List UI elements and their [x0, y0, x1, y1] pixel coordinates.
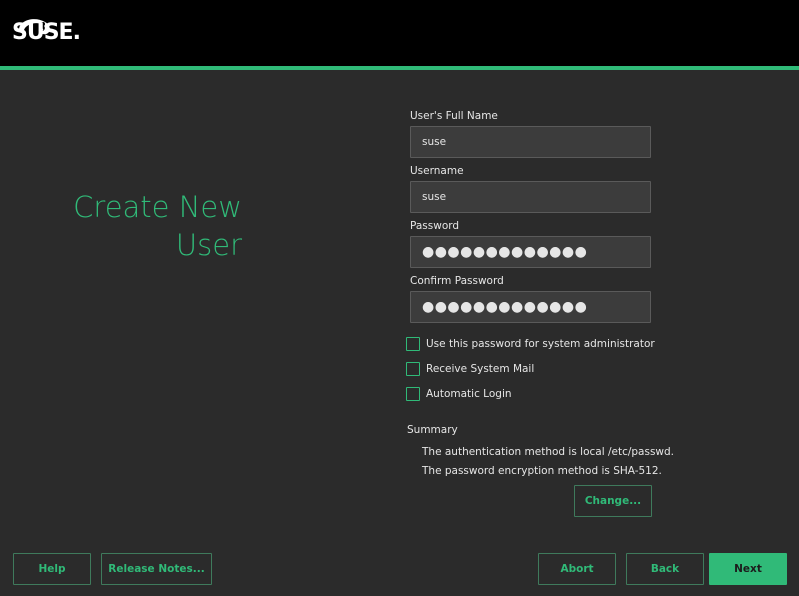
- header-accent-stripe: [0, 66, 799, 70]
- full-name-label: User's Full Name: [410, 110, 498, 122]
- header-bar: SUSE.: [0, 0, 799, 66]
- page-title: Create New User: [40, 188, 242, 264]
- confirm-password-input[interactable]: ●●●●●●●●●●●●●: [410, 291, 651, 323]
- change-button[interactable]: Change...: [574, 485, 652, 517]
- auto-login-checkbox[interactable]: [406, 387, 420, 401]
- summary-title: Summary: [407, 424, 458, 436]
- use-for-admin-label: Use this password for system administrat…: [426, 338, 655, 350]
- receive-mail-option[interactable]: Receive System Mail: [406, 361, 534, 377]
- auto-login-option[interactable]: Automatic Login: [406, 386, 512, 402]
- release-notes-button[interactable]: Release Notes...: [101, 553, 212, 585]
- brand-logo: SUSE.: [12, 20, 81, 45]
- page-title-line1: Create New: [73, 190, 242, 224]
- abort-button[interactable]: Abort: [538, 553, 616, 585]
- summary-encryption-method: The password encryption method is SHA-51…: [422, 465, 662, 477]
- use-for-admin-option[interactable]: Use this password for system administrat…: [406, 336, 655, 352]
- back-button[interactable]: Back: [626, 553, 704, 585]
- next-button[interactable]: Next: [709, 553, 787, 585]
- auto-login-label: Automatic Login: [426, 388, 512, 400]
- username-input[interactable]: suse: [410, 181, 651, 213]
- page-title-line2: User: [175, 228, 242, 262]
- password-label: Password: [410, 220, 460, 232]
- receive-mail-label: Receive System Mail: [426, 363, 535, 375]
- help-button[interactable]: Help: [13, 553, 91, 585]
- password-input[interactable]: ●●●●●●●●●●●●●: [410, 236, 651, 268]
- use-for-admin-checkbox[interactable]: [406, 337, 420, 351]
- receive-mail-checkbox[interactable]: [406, 362, 420, 376]
- confirm-password-label: Confirm Password: [410, 275, 504, 287]
- full-name-input[interactable]: suse: [410, 126, 651, 158]
- username-label: Username: [410, 165, 464, 177]
- summary-auth-method: The authentication method is local /etc/…: [422, 446, 675, 458]
